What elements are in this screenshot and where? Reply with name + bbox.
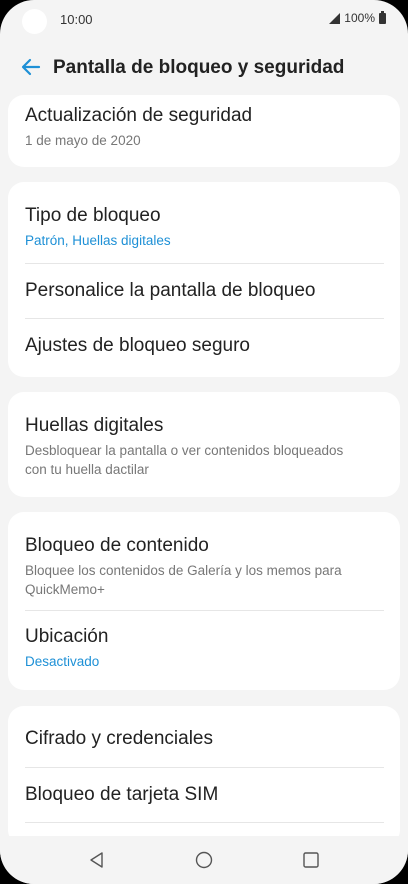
item-label: Ajustes de bloqueo seguro	[25, 335, 250, 356]
item-label: Huellas digitales	[25, 415, 164, 436]
navigation-bar	[0, 836, 408, 884]
nav-home-button[interactable]	[184, 840, 224, 880]
status-time: 10:00	[60, 12, 93, 27]
card-encryption-sim: Cifrado y credenciales Bloqueo de tarjet…	[8, 706, 400, 846]
circle-home-icon	[195, 851, 213, 869]
page-title: Pantalla de bloqueo y seguridad	[53, 57, 345, 78]
list-item-customize-lock-screen[interactable]: Personalice la pantalla de bloqueo	[8, 264, 400, 318]
card-security-update: Actualización de seguridad 1 de mayo de …	[8, 95, 400, 167]
list-item-security-update[interactable]: Actualización de seguridad 1 de mayo de …	[8, 95, 400, 150]
square-recents-icon	[302, 852, 319, 868]
arrow-left-icon	[21, 58, 41, 76]
card-content-location: Bloqueo de contenido Bloquee los conteni…	[8, 512, 400, 690]
item-label: Personalice la pantalla de bloqueo	[25, 280, 316, 301]
battery-icon	[379, 10, 386, 24]
item-subtitle: Desbloquear la pantalla o ver contenidos…	[25, 443, 344, 477]
list-item-fingerprints[interactable]: Huellas digitales Desbloquear la pantall…	[8, 392, 400, 479]
item-label: Bloqueo de tarjeta SIM	[25, 784, 219, 805]
item-label: Cifrado y credenciales	[25, 728, 213, 749]
list-item-location[interactable]: Ubicación Desactivado	[8, 611, 400, 671]
phone-screen: 10:00 100% Pantalla de bloqueo y segurid…	[0, 0, 408, 884]
item-label: Ubicación	[25, 626, 109, 647]
app-header: Pantalla de bloqueo y seguridad	[0, 48, 408, 88]
item-subtitle: Bloquee los contenidos de Galería y los …	[25, 563, 342, 597]
item-label: Actualización de seguridad	[25, 105, 253, 126]
back-button[interactable]	[18, 54, 44, 80]
item-label: Tipo de bloqueo	[25, 205, 161, 226]
list-item-secure-lock-settings[interactable]: Ajustes de bloqueo seguro	[8, 319, 400, 373]
status-indicators: 100%	[329, 10, 386, 25]
list-item-sim-lock[interactable]: Bloqueo de tarjeta SIM	[8, 768, 400, 822]
triangle-back-icon	[90, 852, 104, 868]
front-camera	[22, 9, 47, 34]
item-subtitle: 1 de mayo de 2020	[25, 133, 141, 148]
card-lock-settings: Tipo de bloqueo Patrón, Huellas digitale…	[8, 182, 400, 377]
item-subtitle: Patrón, Huellas digitales	[25, 233, 171, 248]
signal-icon	[329, 12, 341, 24]
nav-recents-button[interactable]	[291, 840, 331, 880]
card-fingerprints: Huellas digitales Desbloquear la pantall…	[8, 392, 400, 497]
list-item-encryption-credentials[interactable]: Cifrado y credenciales	[8, 706, 400, 767]
list-item-content-lock[interactable]: Bloqueo de contenido Bloquee los conteni…	[8, 512, 400, 610]
battery-percent: 100%	[344, 11, 375, 25]
divider	[25, 822, 384, 823]
list-item-lock-type[interactable]: Tipo de bloqueo Patrón, Huellas digitale…	[8, 182, 400, 263]
nav-back-button[interactable]	[77, 840, 117, 880]
item-label: Bloqueo de contenido	[25, 535, 209, 556]
status-bar: 10:00 100%	[0, 0, 408, 40]
item-subtitle: Desactivado	[25, 654, 100, 669]
